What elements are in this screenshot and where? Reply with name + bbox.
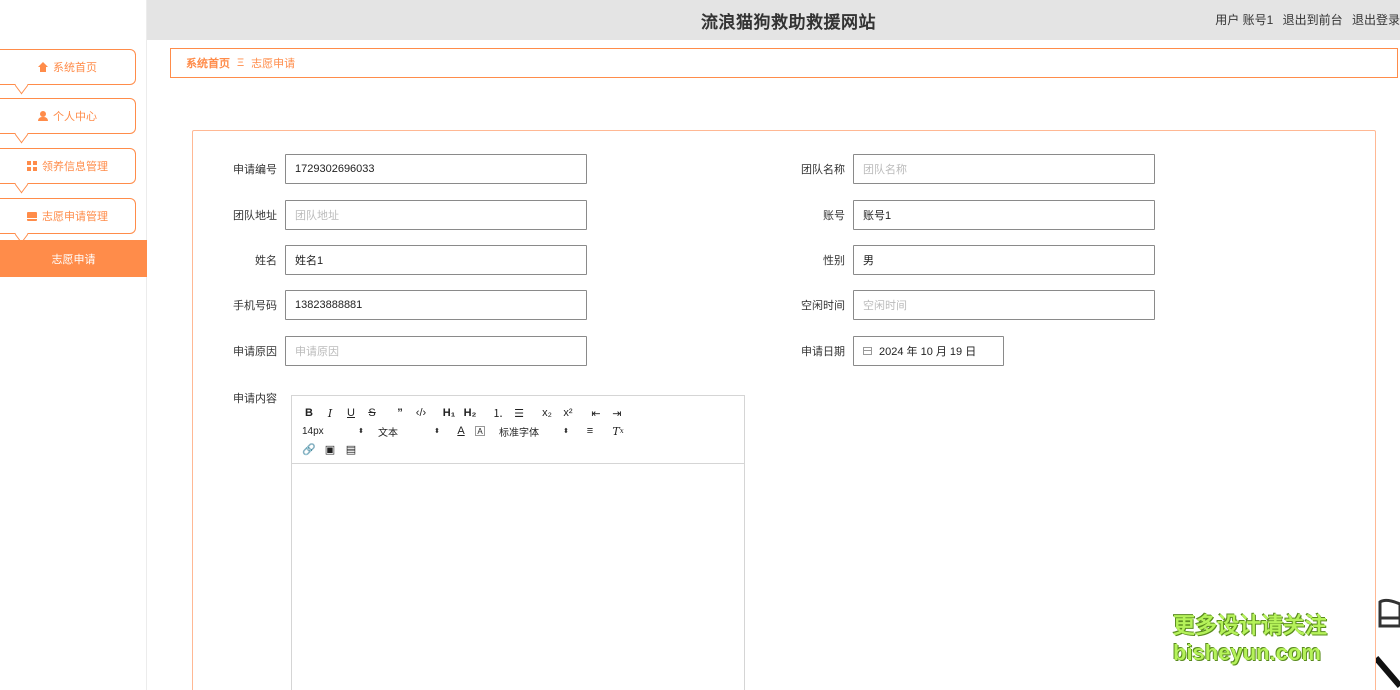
watermark: 更多设计请关注 bisheyun.com — [1173, 612, 1327, 666]
ordered-list-icon[interactable]: ⒈ — [491, 405, 505, 421]
date-picker[interactable]: 2024 年 10 月 19 日 — [853, 336, 1004, 366]
sidebar-item-label: 系统首页 — [53, 62, 97, 74]
logout-link[interactable]: 退出登录 — [1352, 13, 1400, 27]
field-reason: 申请原因 申请原因 — [195, 336, 587, 366]
free-time-input[interactable]: 空闲时间 — [853, 290, 1155, 320]
breadcrumb-current: 志愿申请 — [251, 58, 296, 70]
sidebar-item-home[interactable]: 系统首页 — [0, 49, 136, 85]
editor-content-area[interactable] — [292, 464, 744, 690]
font-color-icon[interactable]: A — [454, 423, 468, 439]
reason-label: 申请原因 — [233, 346, 277, 358]
account-label: 账号 — [823, 210, 845, 222]
sidebar-item-label: 个人中心 — [53, 111, 97, 123]
text-style-value: 文本 — [378, 427, 398, 439]
home-icon — [38, 62, 48, 72]
font-size-value: 14px — [302, 425, 324, 437]
code-block-icon[interactable]: ‹/› — [414, 405, 428, 421]
subscript-button[interactable]: x₂ — [540, 405, 554, 421]
field-date: 申请日期 2024 年 10 月 19 日 — [763, 336, 1004, 366]
field-phone: 手机号码 13823888881 — [195, 290, 587, 320]
user-label: 用户 账号1 — [1215, 13, 1274, 27]
field-free-time: 空闲时间 空闲时间 — [763, 290, 1155, 320]
grid-icon — [27, 161, 37, 171]
gender-input[interactable]: 男 — [853, 245, 1155, 275]
font-size-select[interactable]: 14px ⬍ — [302, 426, 364, 437]
indent-icon[interactable]: ⇥ — [610, 405, 624, 421]
phone-label: 手机号码 — [233, 300, 277, 312]
field-team-address: 团队地址 团队地址 — [195, 200, 587, 230]
select-arrow-icon: ⬍ — [563, 428, 569, 435]
phone-input[interactable]: 13823888881 — [285, 290, 587, 320]
clear-format-icon[interactable]: Tx — [611, 423, 625, 439]
sidebar-item-label: 领养信息管理 — [42, 161, 108, 173]
free-time-label: 空闲时间 — [801, 300, 845, 312]
rich-text-editor: B I U S ” ‹/› H₁ H₂ ⒈ ☰ x₂ x² ⇤ ⇥ 14px ⬍ — [291, 395, 745, 690]
text-style-select[interactable]: 文本 ⬍ — [378, 424, 440, 439]
apply-no-label: 申请编号 — [233, 164, 277, 176]
sidebar-item-volunteer[interactable]: 志愿申请管理 — [0, 198, 136, 234]
apply-no-input[interactable]: 1729302696033 — [285, 154, 587, 184]
watermark-line1: 更多设计请关注 — [1173, 613, 1328, 638]
corner-decoration-icon — [1376, 598, 1400, 688]
underline-button[interactable]: U — [344, 405, 358, 421]
breadcrumb-home[interactable]: 系统首页 — [186, 55, 230, 71]
bold-button[interactable]: B — [302, 405, 316, 421]
italic-button[interactable]: I — [323, 405, 337, 421]
breadcrumb: 系统首页 Ξ 志愿申请 — [170, 48, 1398, 78]
sidebar-subitem-label: 志愿申请 — [51, 253, 96, 266]
blockquote-icon[interactable]: ” — [393, 405, 407, 421]
account-input[interactable]: 账号1 — [853, 200, 1155, 230]
sidebar-item-profile[interactable]: 个人中心 — [0, 98, 136, 134]
select-arrow-icon: ⬍ — [434, 428, 440, 435]
field-name: 姓名 姓名1 — [195, 245, 587, 275]
reason-input[interactable]: 申请原因 — [285, 336, 587, 366]
header2-button[interactable]: H₂ — [463, 405, 477, 421]
field-account: 账号 账号1 — [763, 200, 1155, 230]
field-team-name: 团队名称 团队名称 — [763, 154, 1155, 184]
editor-toolbar: B I U S ” ‹/› H₁ H₂ ⒈ ☰ x₂ x² ⇤ ⇥ 14px ⬍ — [292, 396, 744, 464]
breadcrumb-separator: Ξ — [237, 57, 245, 69]
content-label: 申请内容 — [233, 393, 277, 405]
superscript-button[interactable]: x² — [561, 405, 575, 421]
font-family-value: 标准字体 — [499, 427, 539, 439]
outdent-icon[interactable]: ⇤ — [589, 405, 603, 421]
field-gender: 性别 男 — [763, 245, 1155, 275]
link-icon[interactable]: 🔗 — [302, 441, 316, 457]
strike-button[interactable]: S — [365, 405, 379, 421]
team-address-input[interactable]: 团队地址 — [285, 200, 587, 230]
watermark-line2: bisheyun.com — [1173, 640, 1321, 665]
team-address-label: 团队地址 — [233, 210, 277, 222]
background-color-icon[interactable]: A — [475, 426, 485, 436]
gender-label: 性别 — [823, 255, 845, 267]
calendar-icon — [863, 347, 872, 355]
user-area: 用户 账号1 退出到前台 退出登录 — [1209, 11, 1400, 28]
select-arrow-icon: ⬍ — [358, 428, 364, 435]
team-name-label: 团队名称 — [801, 164, 845, 176]
bullet-list-icon[interactable]: ☰ — [512, 405, 526, 421]
user-icon — [38, 111, 48, 121]
sidebar-subitem-volunteer-apply[interactable]: 志愿申请 — [0, 240, 147, 277]
sidebar-item-adoption[interactable]: 领养信息管理 — [0, 148, 136, 184]
sidebar-item-label: 志愿申请管理 — [42, 211, 108, 223]
form-panel: 申请编号 1729302696033 团队名称 团队名称 团队地址 团队地址 账… — [192, 130, 1376, 690]
header1-button[interactable]: H₁ — [442, 405, 456, 421]
align-icon[interactable]: ≡ — [583, 423, 597, 439]
video-icon[interactable]: ▤ — [344, 441, 358, 457]
sidebar: 系统首页 个人中心 领养信息管理 志愿申请管理 志愿申请 — [0, 0, 147, 690]
name-label: 姓名 — [255, 255, 277, 267]
font-family-select[interactable]: 标准字体 ⬍ — [499, 424, 569, 439]
team-name-input[interactable]: 团队名称 — [853, 154, 1155, 184]
date-label: 申请日期 — [801, 346, 845, 358]
topbar: 流浪猫狗救助救援网站 用户 账号1 退出到前台 退出登录 — [147, 0, 1400, 40]
name-input[interactable]: 姓名1 — [285, 245, 587, 275]
box-icon — [27, 211, 37, 221]
date-value: 2024 年 10 月 19 日 — [879, 346, 977, 358]
field-apply-no: 申请编号 1729302696033 — [195, 154, 587, 184]
to-front-link[interactable]: 退出到前台 — [1283, 13, 1343, 27]
image-icon[interactable]: ▣ — [323, 441, 337, 457]
